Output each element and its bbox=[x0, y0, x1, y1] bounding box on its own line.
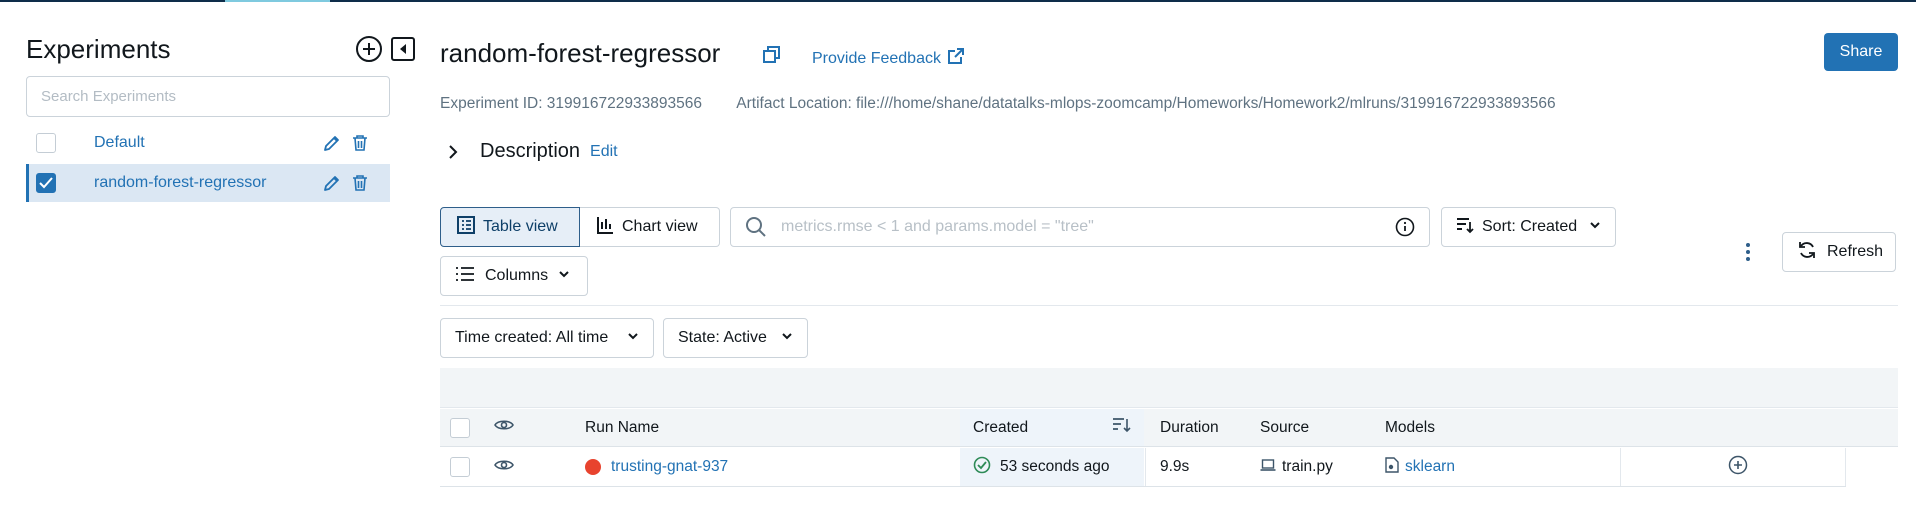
chart-view-label: Chart view bbox=[622, 218, 698, 235]
search-experiments-input[interactable] bbox=[26, 76, 390, 117]
table-header: Run Name Created Duration Source Models bbox=[440, 409, 1898, 447]
column-duration[interactable]: Duration bbox=[1160, 409, 1219, 446]
page-title: random-forest-regressor bbox=[440, 38, 721, 68]
sort-label: Sort: Created bbox=[1482, 218, 1578, 235]
create-experiment-icon[interactable] bbox=[354, 34, 384, 64]
laptop-icon bbox=[1260, 458, 1276, 477]
select-all-cell bbox=[450, 409, 470, 446]
run-name-cell: trusting-gnat-937 bbox=[585, 448, 728, 486]
info-icon[interactable] bbox=[1395, 217, 1415, 237]
provide-feedback-link[interactable]: Provide Feedback bbox=[812, 47, 965, 70]
run-color-dot[interactable] bbox=[585, 459, 601, 475]
cell-separator bbox=[1620, 448, 1621, 486]
table-group-header bbox=[440, 368, 1898, 408]
sort-dropdown[interactable]: Sort: Created bbox=[1441, 207, 1616, 247]
copy-icon[interactable] bbox=[762, 45, 782, 65]
column-run-name[interactable]: Run Name bbox=[585, 409, 659, 446]
refresh-label: Refresh bbox=[1827, 243, 1884, 260]
add-column-cell bbox=[1728, 448, 1748, 486]
chevron-down-icon bbox=[558, 267, 570, 285]
artifact-location: Artifact Location: file:///home/shane/da… bbox=[736, 95, 1556, 112]
state-filter-label: State: Active bbox=[678, 329, 767, 346]
refresh-icon bbox=[1797, 240, 1817, 265]
experiment-name[interactable]: Default bbox=[94, 134, 145, 152]
external-link-icon bbox=[947, 47, 965, 70]
delete-trash-icon[interactable] bbox=[352, 134, 368, 152]
sidebar-actions bbox=[354, 34, 418, 64]
edit-pencil-icon[interactable] bbox=[322, 133, 342, 153]
list-icon bbox=[455, 266, 475, 287]
description-toggle[interactable]: Description Edit bbox=[440, 140, 618, 163]
row-visibility-cell bbox=[494, 448, 514, 486]
experiment-metadata: Experiment ID: 319916722933893566 Artifa… bbox=[440, 95, 1556, 113]
chevron-down-icon bbox=[627, 329, 639, 347]
table-row[interactable]: trusting-gnat-937 53 seconds ago 9.9s tr… bbox=[440, 448, 1846, 487]
row-checkbox[interactable] bbox=[450, 457, 470, 477]
add-column-icon[interactable] bbox=[1728, 455, 1748, 480]
column-models[interactable]: Models bbox=[1385, 409, 1435, 446]
created-cell: 53 seconds ago bbox=[960, 448, 1144, 486]
more-options-icon[interactable] bbox=[1742, 240, 1754, 264]
view-toggle: Table view Chart view bbox=[440, 207, 720, 247]
created-value: 53 seconds ago bbox=[1000, 458, 1110, 475]
chevron-down-icon bbox=[781, 329, 793, 347]
table-view-label: Table view bbox=[483, 218, 558, 235]
refresh-button[interactable]: Refresh bbox=[1782, 232, 1896, 272]
table-view-button[interactable]: Table view bbox=[440, 207, 580, 247]
feedback-label: Provide Feedback bbox=[812, 49, 941, 67]
top-border-accent bbox=[225, 0, 330, 2]
chart-view-button[interactable]: Chart view bbox=[580, 207, 720, 247]
time-filter-label: Time created: All time bbox=[455, 329, 609, 346]
model-link[interactable]: sklearn bbox=[1405, 458, 1455, 476]
sidebar-title: Experiments bbox=[26, 34, 171, 64]
table-view-icon bbox=[457, 215, 475, 239]
columns-label: Columns bbox=[485, 267, 549, 284]
cell-separator bbox=[1145, 448, 1146, 486]
sort-descending-icon[interactable] bbox=[1112, 417, 1132, 438]
cell-separator bbox=[1845, 448, 1846, 486]
description-label: Description bbox=[480, 140, 581, 162]
check-circle-icon bbox=[973, 456, 991, 479]
search-icon bbox=[745, 216, 767, 238]
eye-icon[interactable] bbox=[494, 458, 514, 477]
chevron-down-icon bbox=[1589, 218, 1601, 236]
time-created-filter[interactable]: Time created: All time bbox=[440, 318, 654, 358]
model-file-icon bbox=[1385, 456, 1399, 478]
column-created[interactable]: Created bbox=[960, 409, 1144, 446]
experiment-item-default[interactable]: Default bbox=[26, 124, 390, 162]
column-source[interactable]: Source bbox=[1260, 409, 1309, 446]
edit-pencil-icon[interactable] bbox=[322, 173, 342, 193]
select-all-checkbox[interactable] bbox=[450, 417, 470, 438]
state-filter[interactable]: State: Active bbox=[663, 318, 808, 358]
experiment-list: Default random-forest-regressor bbox=[26, 124, 390, 204]
created-header-label: Created bbox=[973, 418, 1029, 436]
sort-icon bbox=[1456, 216, 1474, 239]
delete-trash-icon[interactable] bbox=[352, 174, 368, 192]
run-search-box[interactable] bbox=[730, 207, 1430, 247]
bar-chart-icon bbox=[596, 216, 614, 239]
experiment-name[interactable]: random-forest-regressor bbox=[94, 174, 267, 192]
description-edit-link[interactable]: Edit bbox=[590, 143, 618, 161]
source-cell: train.py bbox=[1260, 448, 1333, 486]
source-value: train.py bbox=[1282, 458, 1333, 475]
share-button[interactable]: Share bbox=[1824, 33, 1898, 71]
visibility-header bbox=[494, 409, 514, 446]
run-name-link[interactable]: trusting-gnat-937 bbox=[611, 458, 728, 476]
experiment-item-random-forest-regressor[interactable]: random-forest-regressor bbox=[26, 164, 390, 202]
toolbar-divider bbox=[440, 305, 1898, 306]
experiment-id: Experiment ID: 319916722933893566 bbox=[440, 95, 702, 112]
models-cell: sklearn bbox=[1385, 448, 1455, 486]
row-select-cell bbox=[450, 448, 470, 486]
experiment-checkbox[interactable] bbox=[36, 133, 56, 153]
run-search-input[interactable] bbox=[781, 218, 1395, 236]
chevron-right-icon[interactable] bbox=[445, 144, 461, 160]
eye-icon[interactable] bbox=[494, 418, 514, 437]
experiment-checkbox[interactable] bbox=[36, 173, 56, 193]
collapse-sidebar-icon[interactable] bbox=[388, 34, 418, 64]
duration-cell: 9.9s bbox=[1160, 458, 1190, 475]
columns-dropdown[interactable]: Columns bbox=[440, 256, 588, 296]
